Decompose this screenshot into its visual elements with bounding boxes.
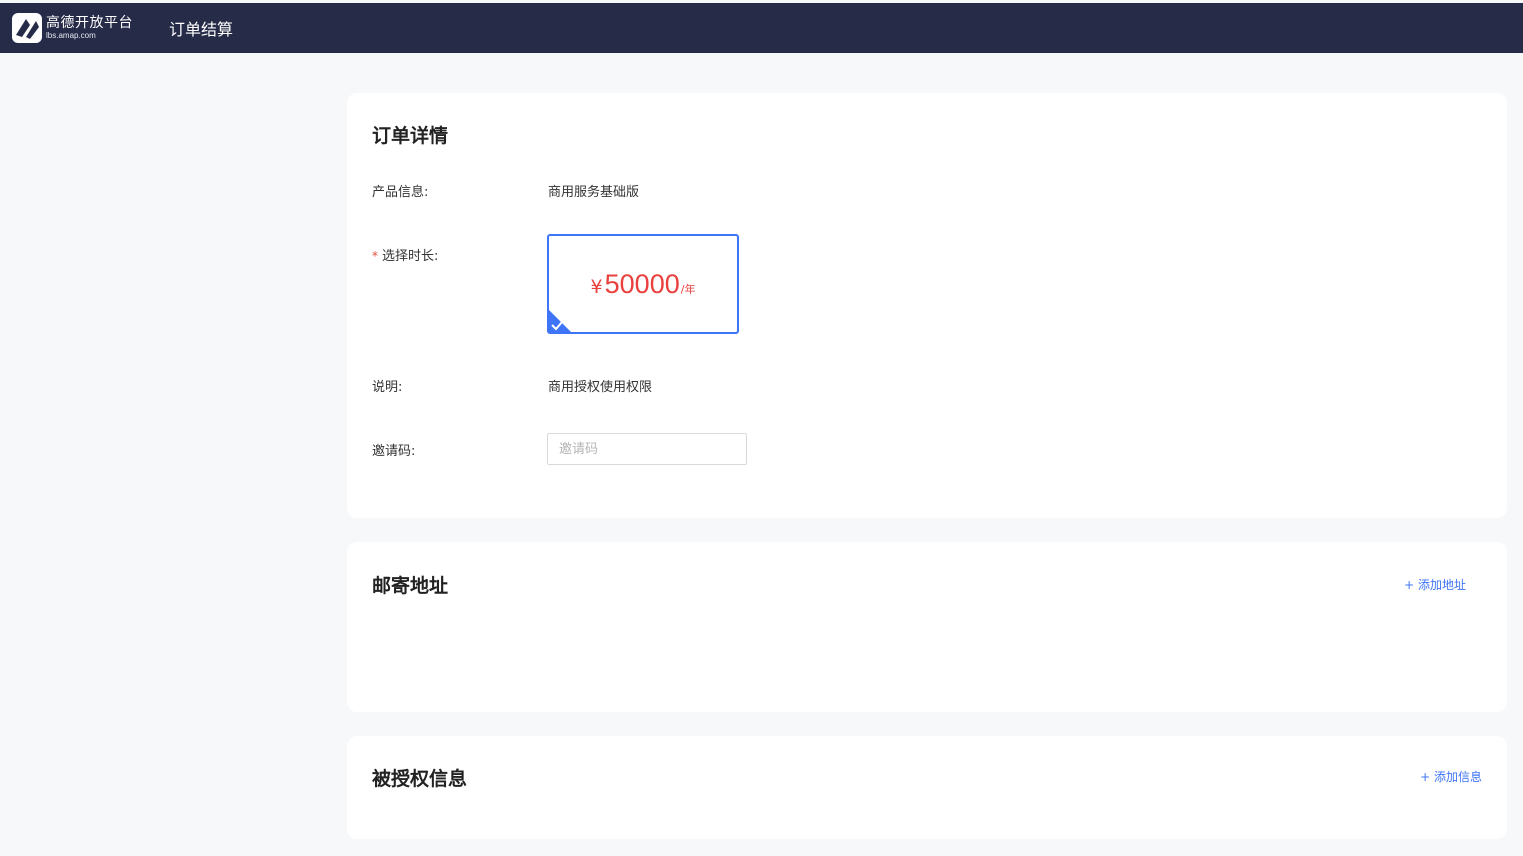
duration-label-row: * 选择时长:: [372, 245, 438, 264]
order-details-card: 订单详情 产品信息: 商用服务基础版 * 选择时长: ¥ 50000 /年 说明:…: [347, 93, 1507, 518]
mailing-address-card: 邮寄地址 + 添加地址: [347, 542, 1507, 712]
invite-code-input[interactable]: [547, 433, 747, 465]
top-navbar: 高德开放平台 lbs.amap.com 订单结算: [0, 3, 1523, 53]
mailing-address-title: 邮寄地址: [372, 575, 449, 597]
product-info-value: 商用服务基础版: [548, 185, 640, 200]
price-display: ¥ 50000 /年: [591, 269, 696, 300]
invite-code-label: 邀请码:: [372, 444, 416, 459]
page-title: 订单结算: [169, 20, 234, 39]
order-details-title: 订单详情: [372, 125, 449, 147]
logo-subtitle: lbs.amap.com: [46, 31, 96, 40]
logo-title: 高德开放平台: [46, 15, 133, 31]
required-asterisk: *: [372, 249, 378, 263]
description-value: 商用授权使用权限: [548, 380, 653, 395]
authorized-info-title: 被授权信息: [372, 768, 468, 790]
duration-option-annual[interactable]: ¥ 50000 /年: [547, 234, 739, 334]
selected-check-icon: [549, 310, 571, 332]
product-info-label: 产品信息:: [372, 185, 429, 200]
description-label: 说明:: [372, 380, 403, 395]
amap-logo-icon: [12, 13, 42, 43]
add-address-link[interactable]: + 添加地址: [1404, 576, 1466, 593]
add-info-link[interactable]: + 添加信息: [1420, 768, 1482, 785]
price-amount: 50000: [604, 268, 680, 299]
duration-label: 选择时长:: [382, 249, 439, 264]
authorized-info-card: 被授权信息 + 添加信息: [347, 736, 1507, 839]
amap-logo[interactable]: 高德开放平台 lbs.amap.com: [12, 3, 133, 53]
price-unit: /年: [680, 282, 696, 296]
price-currency: ¥: [590, 275, 603, 298]
